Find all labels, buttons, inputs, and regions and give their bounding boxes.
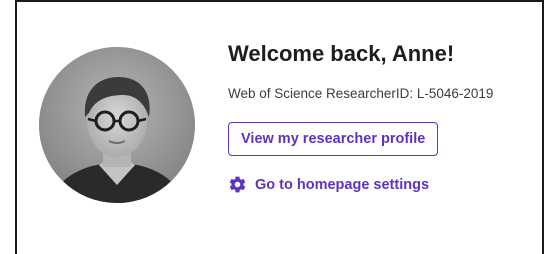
homepage-settings-link[interactable]: Go to homepage settings [228, 175, 538, 194]
welcome-card: Welcome back, Anne! Web of Science Resea… [15, 0, 544, 254]
researcher-id-text: Web of Science ResearcherID: L-5046-2019 [228, 86, 494, 101]
welcome-heading: Welcome back, Anne! [228, 41, 455, 66]
view-researcher-profile-button[interactable]: View my researcher profile [228, 122, 439, 156]
avatar [39, 47, 195, 203]
gear-icon [228, 175, 247, 194]
user-photo-icon [39, 47, 195, 203]
welcome-content: Welcome back, Anne! Web of Science Resea… [228, 40, 538, 194]
homepage-settings-label: Go to homepage settings [255, 176, 430, 193]
